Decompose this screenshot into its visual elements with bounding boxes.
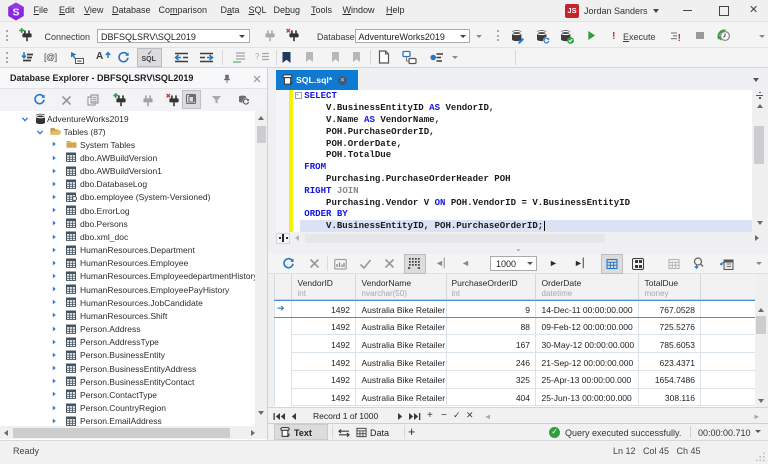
svg-text:!: ! <box>678 32 681 42</box>
svg-text:?: ? <box>255 52 260 61</box>
